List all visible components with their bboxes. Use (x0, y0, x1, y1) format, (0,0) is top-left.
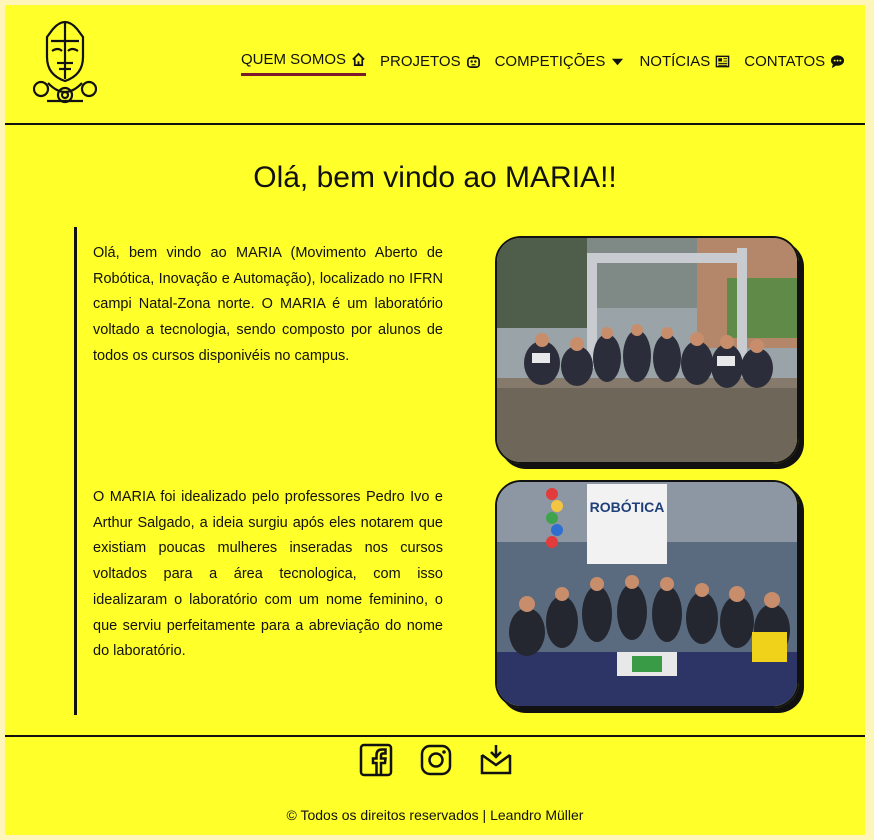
team-photo-outdoor (495, 236, 799, 464)
page-title: Olá, bem vindo ao MARIA!! (253, 161, 617, 194)
caret-down-icon (612, 58, 624, 65)
intro-paragraph: Olá, bem vindo ao MARIA (Movimento Abert… (93, 245, 443, 364)
team-photo-robotics-event: ROBÓTICA (495, 480, 799, 708)
nav-label: COMPETIÇÕES (494, 52, 606, 70)
main-nav: QUEM SOMOS PROJETOS COMPETIÇÕES NOTÍCIAS… (241, 51, 845, 76)
nav-contatos[interactable]: CONTATOS (744, 53, 845, 75)
nav-quem-somos[interactable]: QUEM SOMOS (241, 51, 367, 76)
nav-label: QUEM SOMOS (241, 51, 347, 68)
nav-noticias[interactable]: NOTÍCIAS (639, 53, 730, 75)
content-divider (74, 227, 77, 715)
nav-projetos[interactable]: PROJETOS (380, 53, 481, 75)
facebook-icon[interactable] (359, 743, 393, 777)
instagram-icon[interactable] (419, 743, 453, 777)
nav-label: CONTATOS (744, 52, 826, 70)
nav-label: NOTÍCIAS (639, 52, 711, 70)
chat-icon (831, 54, 845, 68)
site-header: QUEM SOMOS PROJETOS COMPETIÇÕES NOTÍCIAS… (5, 5, 865, 125)
footer-divider (5, 735, 865, 737)
maria-logo[interactable] (33, 17, 97, 109)
copyright-text: © Todos os direitos reservados | Leandro… (286, 807, 584, 823)
history-paragraph: O MARIA foi idealizado pelo professores … (93, 489, 443, 660)
nav-competicoes[interactable]: COMPETIÇÕES (495, 53, 626, 75)
newspaper-icon (716, 55, 730, 67)
robot-icon (466, 54, 480, 68)
banner-text: ROBÓTICA (590, 498, 665, 515)
nav-label: PROJETOS (380, 52, 461, 70)
social-links (359, 743, 513, 777)
mail-icon[interactable] (479, 743, 513, 777)
home-icon (352, 52, 365, 66)
page-frame: QUEM SOMOS PROJETOS COMPETIÇÕES NOTÍCIAS… (5, 5, 865, 835)
